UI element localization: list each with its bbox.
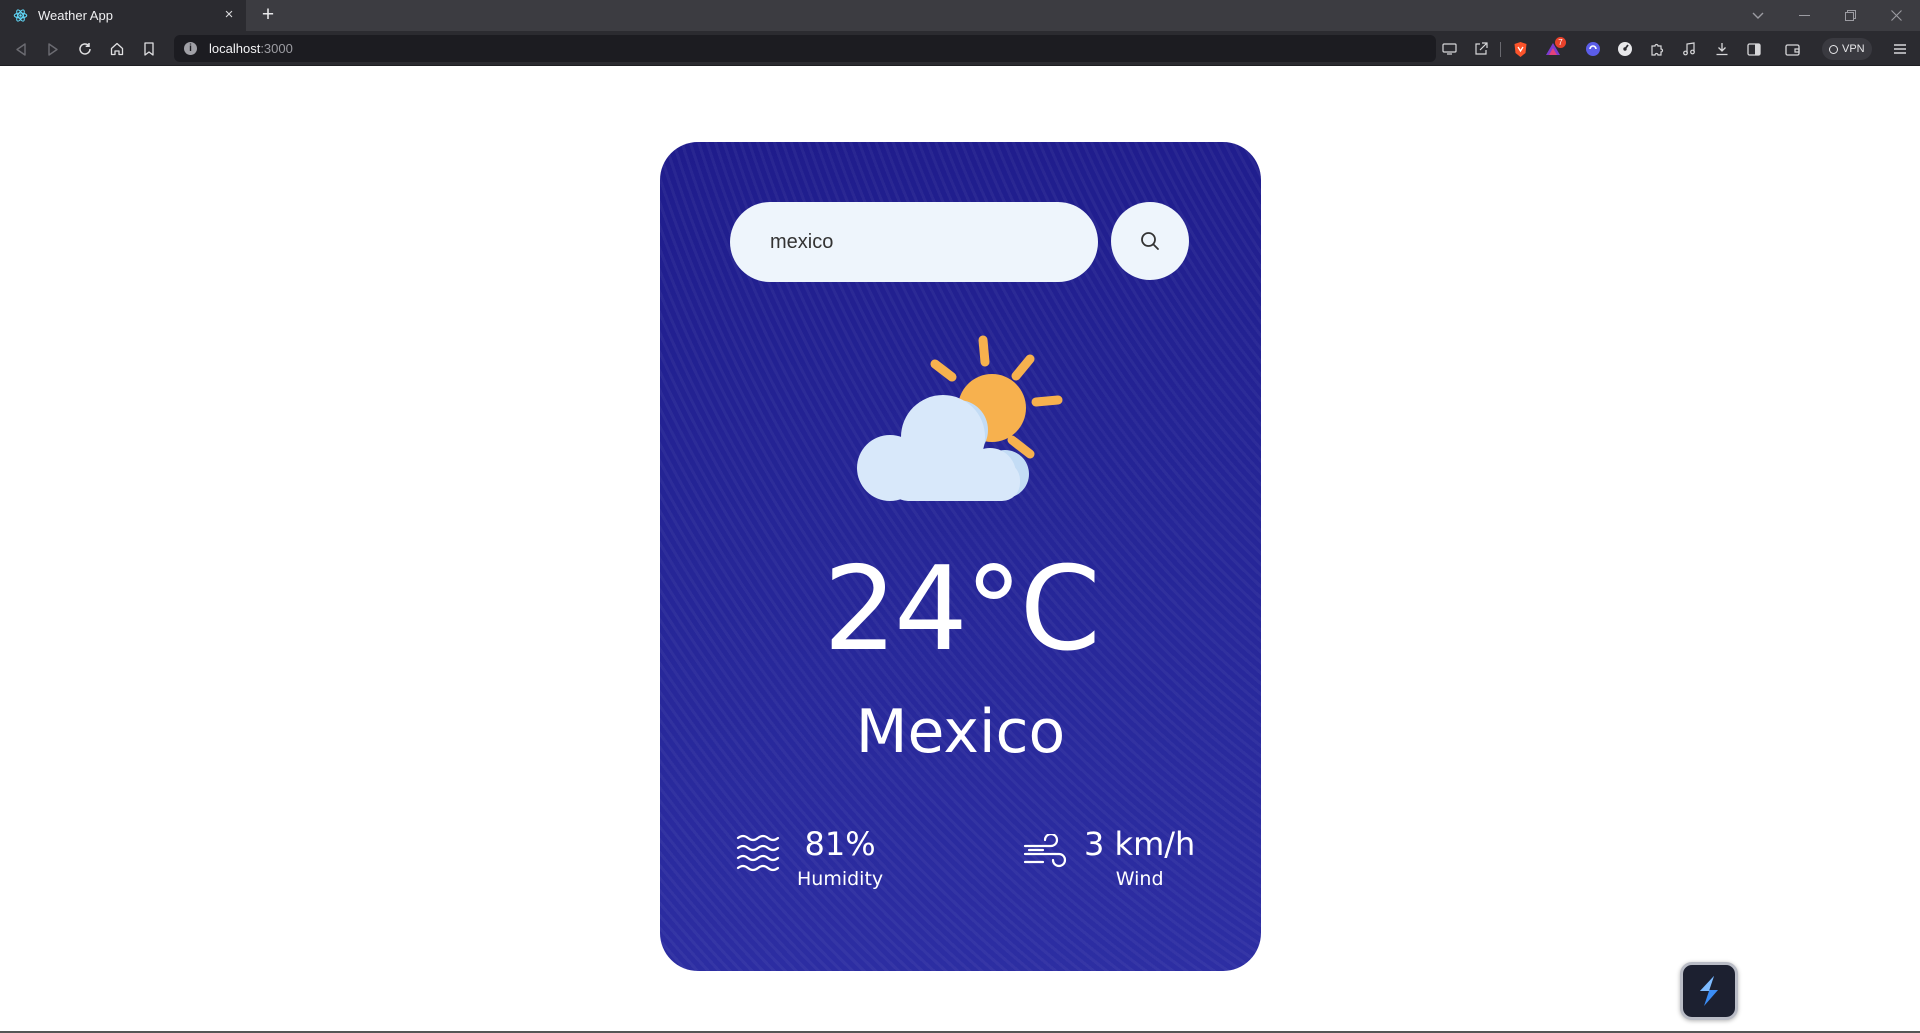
site-info-icon[interactable]: i [184,42,197,55]
sidebar-icon[interactable] [1743,38,1765,60]
minimize-button[interactable] [1782,0,1826,31]
share-icon[interactable] [1470,38,1492,60]
bookmark-button[interactable] [137,37,161,61]
humidity-value: 81% [804,825,876,863]
media-icon[interactable] [1678,38,1700,60]
wallet-icon[interactable] [1781,38,1803,60]
tab-search-icon[interactable] [1736,0,1780,31]
search-button[interactable] [1111,202,1189,280]
wind-stat: 3 km/h Wind [1022,825,1196,891]
react-favicon-icon [12,8,28,24]
url-port: :3000 [260,41,293,56]
restore-button[interactable] [1828,0,1872,31]
browser-tab[interactable]: Weather App × [0,0,246,31]
close-window-button[interactable] [1874,0,1918,31]
floating-extension-button[interactable] [1680,962,1738,1020]
search-input[interactable] [730,202,1098,282]
leo-ai-icon[interactable] [1582,38,1604,60]
new-tab-button[interactable]: + [256,3,280,27]
vpn-label: VPN [1842,43,1865,55]
extensions-icon[interactable] [1646,38,1668,60]
weather-card: 24°C Mexico 81% Humidity [660,142,1261,971]
url-host: localhost [209,41,261,56]
vpn-status-icon [1829,44,1838,54]
menu-icon[interactable] [1889,38,1911,60]
address-bar[interactable]: i localhost:3000 [174,35,1436,62]
browser-toolbar: i localhost:3000 7 VPN [0,31,1920,66]
browser-tab-bar: Weather App × + [0,0,1920,31]
tab-close-button[interactable]: × [220,6,238,24]
brave-shields-icon[interactable] [1509,38,1531,60]
rewards-badge: 7 [1555,37,1566,48]
partly-cloudy-icon [857,335,1063,501]
speedometer-icon[interactable] [1614,38,1636,60]
forward-button[interactable] [41,37,65,61]
humidity-icon [735,831,781,877]
city-name: Mexico [855,697,1066,767]
temperature: 24°C [823,542,1101,677]
humidity-label: Humidity [797,868,884,891]
reload-button[interactable] [73,37,97,61]
wind-value: 3 km/h [1084,825,1196,863]
search-icon [1141,232,1159,250]
downloads-icon[interactable] [1711,38,1733,60]
brave-rewards-icon[interactable]: 7 [1543,37,1566,60]
home-button[interactable] [105,37,129,61]
cast-icon[interactable] [1438,38,1460,60]
wind-icon [1022,831,1068,877]
toolbar-separator [1500,42,1501,57]
back-button[interactable] [9,37,33,61]
lightning-logo-icon [1700,976,1718,1006]
vpn-button[interactable]: VPN [1822,38,1872,60]
tab-title: Weather App [38,8,113,23]
wind-label: Wind [1115,868,1164,891]
humidity-stat: 81% Humidity [735,825,884,891]
